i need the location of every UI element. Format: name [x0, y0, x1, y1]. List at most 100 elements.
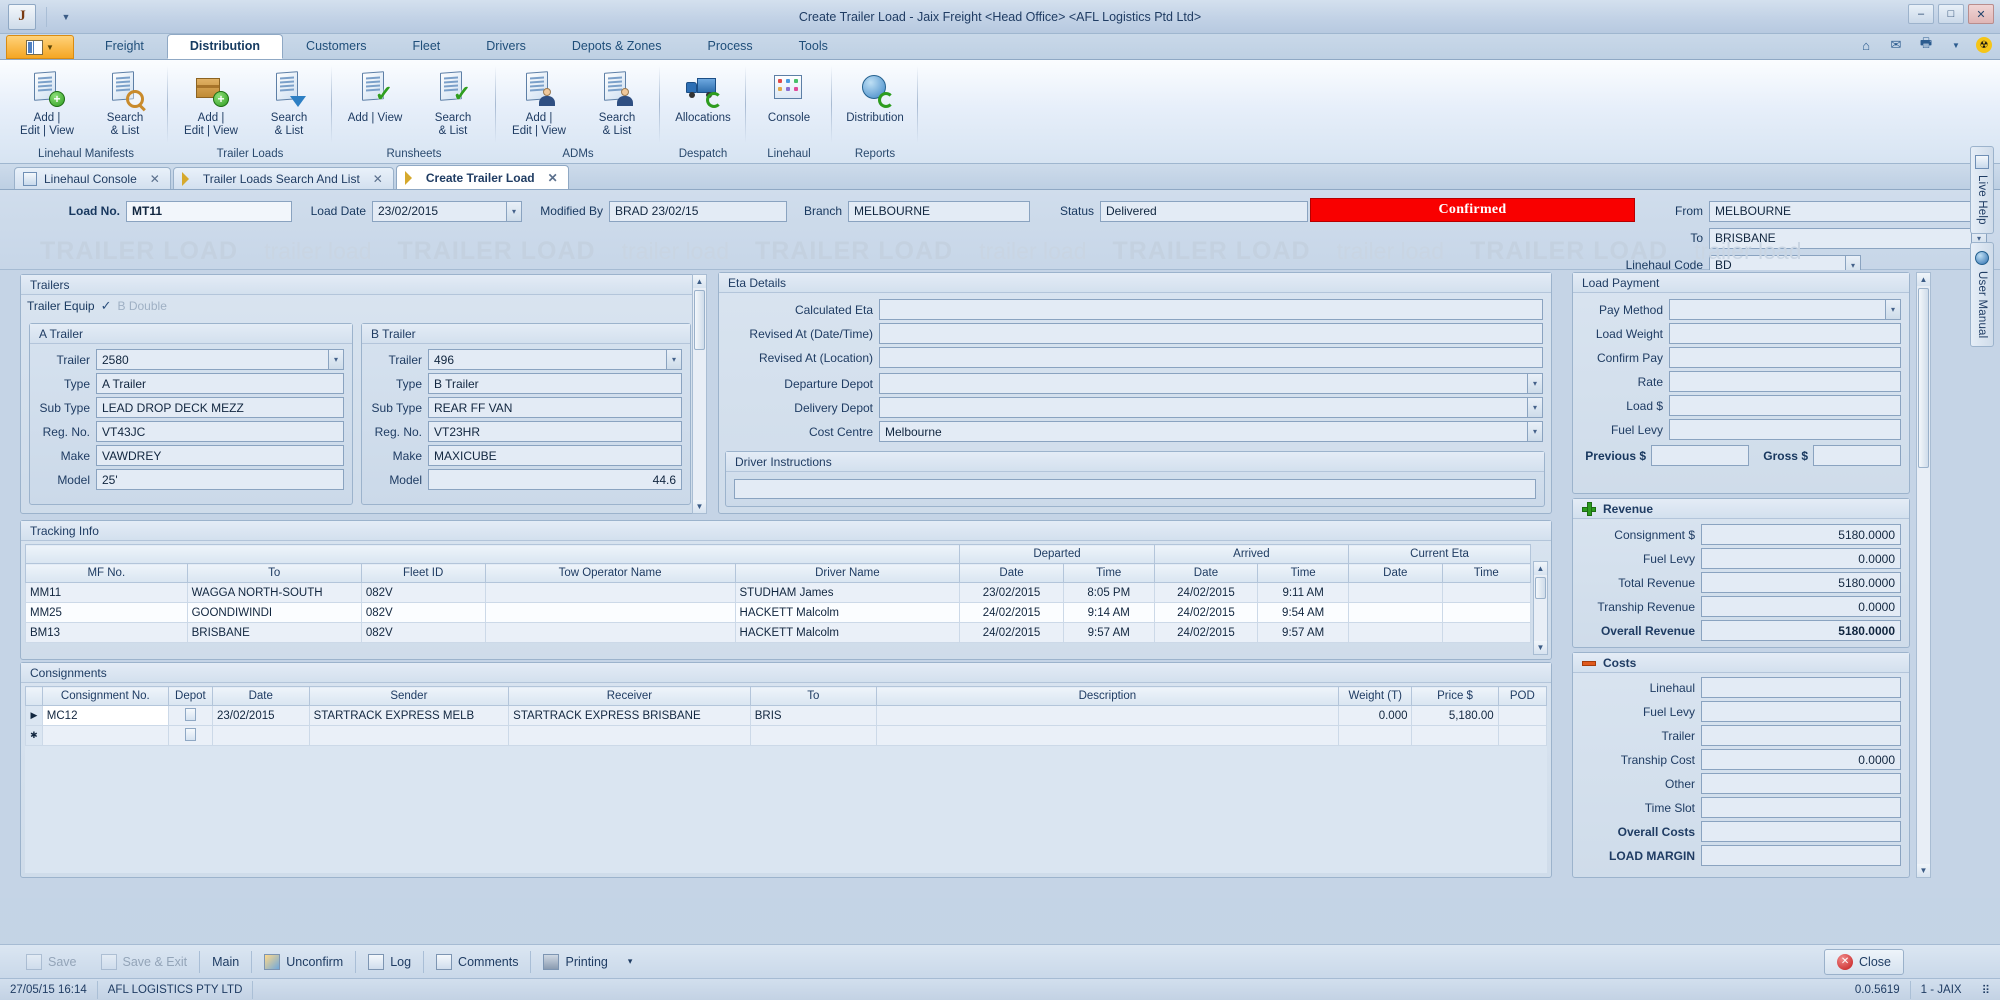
consignments-column-header[interactable]: Depot	[167, 686, 213, 706]
costs-field-input[interactable]	[1701, 773, 1901, 794]
document-tab-linehaul-console[interactable]: Linehaul Console ✕	[14, 167, 171, 189]
eta-depot-field-input[interactable]	[879, 373, 1527, 394]
consignments-column-header[interactable]: Weight (T)	[1337, 686, 1413, 706]
table-cell[interactable]: STARTRACK EXPRESS BRISBANE	[508, 705, 751, 726]
toolbar-button-main[interactable]: Main	[200, 949, 251, 975]
right-panel-vertical-scrollbar[interactable]: ▲ ▼	[1916, 272, 1931, 878]
a-trailer-field-input[interactable]: VT43JC	[96, 421, 344, 442]
table-cell[interactable]	[875, 725, 1339, 746]
close-window-button[interactable]: ✕	[1968, 4, 1994, 24]
toolbar-button-save-exit[interactable]: Save & Exit	[89, 949, 200, 975]
table-cell[interactable]: 24/02/2015	[959, 602, 1064, 623]
ribbon-tab-drivers[interactable]: Drivers	[463, 34, 549, 59]
ribbon-button-linehaul-0[interactable]: Console	[750, 66, 828, 127]
eta-field-input[interactable]	[879, 347, 1543, 368]
table-cell[interactable]: 9:14 AM	[1062, 602, 1155, 623]
table-cell[interactable]: BRIS	[749, 705, 877, 726]
consignments-column-header[interactable]: POD	[1497, 686, 1547, 706]
consignments-column-header[interactable]: Date	[211, 686, 310, 706]
load-no-input[interactable]: MT11	[126, 200, 292, 222]
toolbar-button-comments[interactable]: Comments	[424, 949, 530, 975]
table-row[interactable]: BM13 BRISBANE 082V HACKETT Malcolm 24/02/201…	[25, 622, 1531, 643]
ribbon-button-reports-0[interactable]: Distribution	[836, 66, 914, 127]
ribbon-tab-fleet[interactable]: Fleet	[389, 34, 463, 59]
to-input[interactable]: BRISBANE	[1709, 227, 1971, 249]
application-menu-button[interactable]: ▼	[6, 35, 74, 59]
mail-icon[interactable]: ✉	[1886, 36, 1906, 54]
tracking-column-header[interactable]: MF No.	[25, 563, 188, 583]
close-button[interactable]: ✕ Close	[1824, 948, 1904, 975]
tracking-column-header[interactable]: Time	[1441, 563, 1531, 583]
table-cell[interactable]: 082V	[360, 582, 486, 603]
table-cell[interactable]	[1441, 602, 1531, 623]
table-cell[interactable]: MC12	[41, 705, 169, 726]
table-cell[interactable]: 5,180.00	[1411, 705, 1499, 726]
trailers-vertical-scrollbar[interactable]: ▲ ▼	[692, 274, 707, 514]
costs-field-input[interactable]: 0.0000	[1701, 749, 1901, 770]
table-cell[interactable]	[308, 725, 510, 746]
b-trailer-field-input[interactable]: B Trailer	[428, 373, 682, 394]
table-cell[interactable]: 24/02/2015	[1153, 602, 1259, 623]
depot-picker-icon[interactable]	[167, 705, 213, 726]
close-icon[interactable]: ✕	[373, 172, 383, 186]
toolbar-more-dropdown-icon[interactable]: ▾	[620, 949, 641, 975]
costs-field-input[interactable]	[1701, 701, 1901, 722]
table-cell[interactable]	[508, 725, 751, 746]
table-cell[interactable]: 9:57 AM	[1257, 622, 1350, 643]
tracking-column-header[interactable]: Time	[1062, 563, 1155, 583]
previous-input[interactable]	[1651, 445, 1749, 466]
ribbon-tab-freight[interactable]: Freight	[82, 34, 167, 59]
table-cell[interactable]	[1441, 622, 1531, 643]
eta-field-input[interactable]	[879, 299, 1543, 320]
table-cell[interactable]	[484, 622, 736, 643]
load-payment-field-input[interactable]	[1669, 347, 1901, 368]
table-cell[interactable]: 24/02/2015	[959, 622, 1064, 643]
table-cell[interactable]: HACKETT Malcolm	[734, 602, 961, 623]
ribbon-button-adms-1[interactable]: Search & List	[578, 66, 656, 140]
revenue-field-input[interactable]: 0.0000	[1701, 596, 1901, 617]
gross-input[interactable]	[1813, 445, 1901, 466]
scrollbar-thumb[interactable]	[1918, 288, 1929, 468]
table-cell[interactable]: MM11	[25, 582, 188, 603]
consignments-column-header[interactable]: Receiver	[508, 686, 751, 706]
consignments-grid[interactable]: Consignment No. Depot Date Sender Receiver To…	[25, 686, 1547, 842]
table-cell[interactable]	[1348, 622, 1443, 643]
scrollbar-thumb[interactable]	[1535, 577, 1546, 599]
costs-field-input[interactable]	[1701, 797, 1901, 818]
ribbon-button-linehaul-manifests-0[interactable]: + Add | Edit | View	[8, 66, 86, 140]
costs-field-input[interactable]	[1701, 845, 1901, 866]
ribbon-button-despatch-0[interactable]: Allocations	[664, 66, 742, 127]
table-cell[interactable]	[1348, 602, 1443, 623]
table-cell[interactable]: 082V	[360, 622, 486, 643]
table-cell[interactable]: BM13	[25, 622, 188, 643]
table-row[interactable]: MM25 GOONDIWINDI 082V HACKETT Malcolm 24/02/…	[25, 602, 1531, 623]
ribbon-button-trailer-loads-0[interactable]: + Add | Edit | View	[172, 66, 250, 140]
tracking-column-header[interactable]: Driver Name	[734, 563, 961, 583]
tracking-column-header[interactable]: Time	[1257, 563, 1350, 583]
table-row[interactable]: MM11 WAGGA NORTH-SOUTH 082V STUDHAM James 23…	[25, 582, 1531, 603]
tracking-column-header[interactable]: Fleet ID	[360, 563, 486, 583]
radiation-icon[interactable]: ☢	[1976, 37, 1992, 53]
table-cell[interactable]: 9:11 AM	[1257, 582, 1350, 603]
table-row[interactable]: ✱	[25, 725, 1547, 746]
tracking-vertical-scrollbar[interactable]: ▲ ▼	[1533, 561, 1548, 655]
resize-grip-icon[interactable]: ⠿	[1972, 981, 2000, 999]
table-cell[interactable]	[211, 725, 310, 746]
table-cell[interactable]: STUDHAM James	[734, 582, 961, 603]
table-cell[interactable]	[1497, 725, 1547, 746]
table-cell[interactable]	[749, 725, 877, 746]
load-date-input[interactable]: 23/02/2015	[372, 200, 506, 222]
ribbon-tab-process[interactable]: Process	[685, 34, 776, 59]
table-cell[interactable]	[1497, 705, 1547, 726]
table-cell[interactable]	[1441, 582, 1531, 603]
chevron-down-icon[interactable]: ▾	[1527, 397, 1543, 418]
load-payment-field-input[interactable]	[1669, 371, 1901, 392]
revenue-field-input[interactable]: 5180.0000	[1701, 620, 1901, 641]
printer-icon[interactable]: 🖶	[1916, 35, 1936, 54]
revenue-field-input[interactable]: 5180.0000	[1701, 572, 1901, 593]
tracking-column-header[interactable]: Date	[959, 563, 1064, 583]
toolbar-button-save[interactable]: Save	[14, 949, 89, 975]
ribbon-button-trailer-loads-1[interactable]: Search & List	[250, 66, 328, 140]
table-cell[interactable]: 9:57 AM	[1062, 622, 1155, 643]
driver-instructions-input[interactable]	[734, 479, 1536, 499]
